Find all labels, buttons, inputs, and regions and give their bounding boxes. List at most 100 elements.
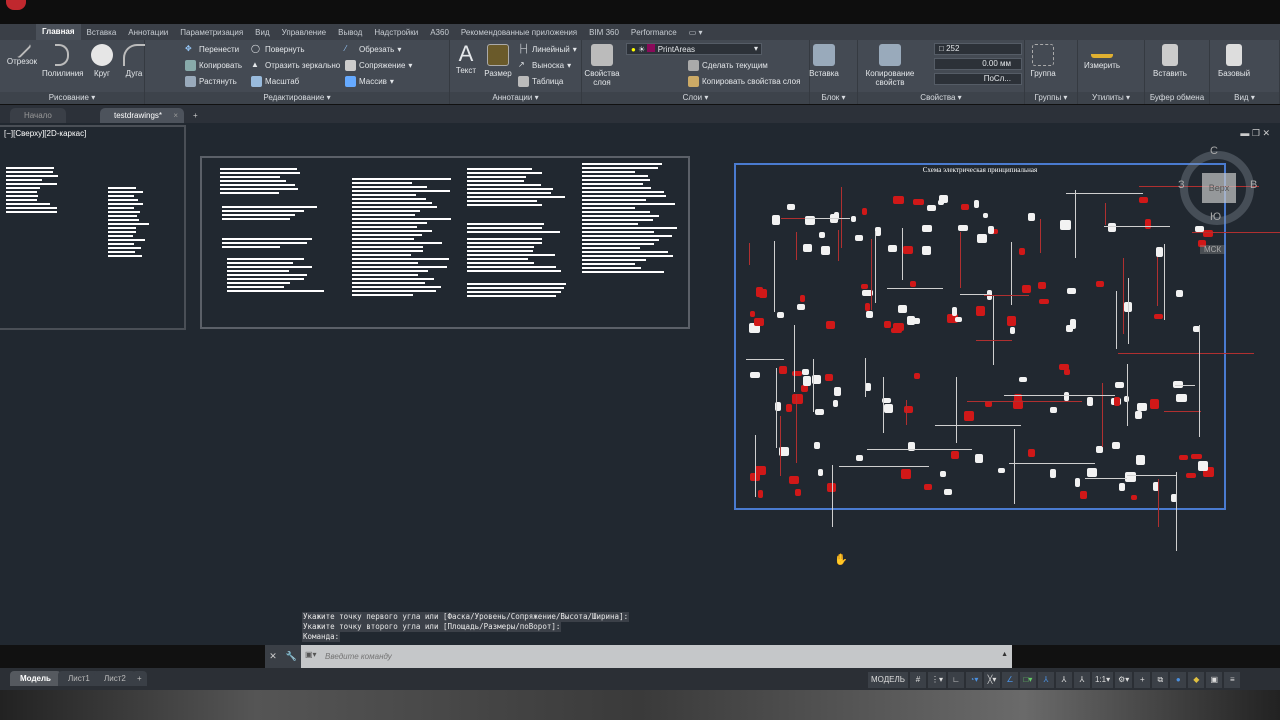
drawing-text-line <box>227 282 290 284</box>
linear-dim-button[interactable]: ├┤ Линейный ▾ <box>518 44 577 55</box>
wcs-menu[interactable]: МСК <box>1200 245 1226 254</box>
command-input[interactable] <box>305 648 1005 665</box>
panel-title[interactable]: Утилиты ▾ <box>1078 92 1144 104</box>
dimension-button[interactable]: Размер <box>478 44 518 78</box>
panel-title[interactable]: Блок ▾ <box>810 92 857 104</box>
tab-a360[interactable]: A360 <box>424 28 455 37</box>
close-icon[interactable]: ✕ <box>269 651 277 662</box>
label: Сопряжение <box>359 61 406 70</box>
color-dropdown[interactable]: □ 252 <box>934 43 1022 55</box>
annotation-scale-dropdown[interactable]: 1:1▾ <box>1091 672 1114 688</box>
lineweight-dropdown[interactable]: 0.00 мм <box>934 58 1022 70</box>
tab-output[interactable]: Вывод <box>332 28 368 37</box>
panel-title[interactable]: Рисование ▾ <box>0 92 144 104</box>
move-button[interactable]: ✥ Перенести <box>185 44 239 55</box>
tab-drawing[interactable]: testdrawings* × <box>100 108 184 123</box>
panel-title[interactable]: Слои ▾ <box>582 92 809 104</box>
schematic-sheet[interactable]: Схема электрическая принципиальная <box>734 163 1280 552</box>
app-menu-button[interactable] <box>6 0 26 10</box>
annotation-scale-icon[interactable]: ⅄ <box>1073 672 1090 688</box>
tab-manage[interactable]: Управление <box>276 28 332 37</box>
rotate-button[interactable]: ◯ Повернуть <box>251 44 305 55</box>
grid-icon[interactable]: # <box>909 672 926 688</box>
leader-button[interactable]: ↗ Выноска ▾ <box>518 60 571 71</box>
object-track-icon[interactable]: ∠ <box>1001 672 1018 688</box>
panel-title[interactable]: Свойства ▾ <box>858 92 1024 104</box>
history-toggle-icon[interactable]: ▲ <box>1001 651 1008 658</box>
layer-dropdown[interactable]: ● ☀ PrintAreas ▾ <box>626 43 762 55</box>
customize-wrench-icon[interactable]: 🔧 <box>285 651 296 662</box>
tab-featured-apps[interactable]: Рекомендованные приложения <box>455 28 583 37</box>
trim-button[interactable]: ⁄ Обрезать ▾ <box>345 44 401 55</box>
customize-menu-icon[interactable]: ≡ <box>1224 672 1241 688</box>
snap-icon[interactable]: ⋮▾ <box>927 672 946 688</box>
base-view-button[interactable]: Базовый <box>1214 44 1254 78</box>
insert-block-button[interactable]: Вставка <box>804 44 844 78</box>
close-tab-icon[interactable]: × <box>173 108 178 123</box>
autoscale-icon[interactable]: ⅄ <box>1055 672 1072 688</box>
viewcube-south[interactable]: Ю <box>1210 211 1221 223</box>
fillet-button[interactable]: Сопряжение ▾ <box>345 60 412 71</box>
copy-button[interactable]: Копировать <box>185 60 242 71</box>
tab-view[interactable]: Вид <box>249 28 275 37</box>
drawing-canvas[interactable]: [−][Сверху][2D-каркас] ▬ ❐ ✕ Схема элект… <box>0 123 1280 645</box>
tab-addins[interactable]: Надстройки <box>368 28 424 37</box>
make-current-button[interactable]: Сделать текущим <box>688 60 768 71</box>
isodraft-icon[interactable]: ╳▾ <box>983 672 1000 688</box>
add-layout-button[interactable]: + <box>132 671 147 686</box>
line-button[interactable]: Отрезок <box>2 39 42 66</box>
tab-annotate[interactable]: Аннотации <box>122 28 174 37</box>
layout-tab-model[interactable]: Модель <box>10 671 61 686</box>
drawing-text-line <box>582 255 673 257</box>
measure-button[interactable]: Измерить <box>1082 44 1122 70</box>
viewcube-north[interactable]: С <box>1210 145 1218 157</box>
table-button[interactable]: Таблица <box>518 76 563 87</box>
desktop-background <box>0 690 1280 720</box>
hardware-accel-icon[interactable]: ● <box>1170 672 1187 688</box>
model-space-button[interactable]: МОДЕЛЬ <box>868 672 908 688</box>
stretch-button[interactable]: Растянуть <box>185 76 237 87</box>
panel-title[interactable]: Вид ▾ <box>1210 92 1279 104</box>
clean-screen-icon[interactable]: ▣ <box>1206 672 1223 688</box>
annotation-visibility-icon[interactable]: ⅄ <box>1037 672 1054 688</box>
paste-button[interactable]: Вставить <box>1150 44 1190 78</box>
viewcube-top-face[interactable]: Верх <box>1202 173 1236 203</box>
label: Вставить <box>1153 69 1187 78</box>
match-properties-button[interactable]: Копирование свойств <box>864 44 916 87</box>
tab-parametric[interactable]: Параметризация <box>174 28 249 37</box>
tab-performance[interactable]: Performance <box>625 28 683 37</box>
scale-button[interactable]: Масштаб <box>251 76 299 87</box>
polyline-button[interactable]: Полилиния <box>42 44 84 78</box>
tab-start[interactable]: Начало <box>10 108 66 123</box>
tab-home[interactable]: Главная <box>36 24 81 40</box>
panel-title[interactable]: Аннотации ▾ <box>450 92 581 104</box>
tab-overflow-icon[interactable]: ▭ ▾ <box>683 28 709 37</box>
layout-tab-sheet2[interactable]: Лист2 <box>94 671 136 686</box>
panel-title[interactable]: Редактирование ▾ <box>145 92 449 104</box>
ortho-icon[interactable]: ∟ <box>947 672 964 688</box>
drawing-text-line <box>222 218 290 220</box>
match-layer-button[interactable]: Копировать свойства слоя <box>688 76 800 87</box>
group-button[interactable]: Группа <box>1023 44 1063 78</box>
title-bar <box>0 0 1280 24</box>
tab-bim360[interactable]: BIM 360 <box>583 28 625 37</box>
command-prompt-icon[interactable]: ▣▾ <box>305 650 317 659</box>
units-icon[interactable]: ⧉ <box>1152 672 1169 688</box>
annotation-monitor-icon[interactable]: + <box>1134 672 1151 688</box>
linetype-dropdown[interactable]: ПоСл... <box>934 73 1022 85</box>
schematic-element <box>1115 382 1124 388</box>
isolate-objects-icon[interactable]: ◆ <box>1188 672 1205 688</box>
osnap-icon[interactable]: □▾ <box>1019 672 1036 688</box>
array-button[interactable]: Массив ▾ <box>345 76 394 87</box>
panel-title[interactable]: Группы ▾ <box>1025 92 1077 104</box>
viewcube[interactable]: Верх С З В Ю МСК <box>1178 145 1257 254</box>
workspace-gear-icon[interactable]: ⚙▾ <box>1115 672 1133 688</box>
tab-insert[interactable]: Вставка <box>81 28 123 37</box>
polar-icon[interactable]: ◔▾ <box>965 672 982 688</box>
viewcube-west[interactable]: З <box>1178 179 1185 191</box>
viewport-window-controls[interactable]: ▬ ❐ ✕ <box>1240 128 1270 139</box>
viewcube-east[interactable]: В <box>1250 179 1257 191</box>
mirror-button[interactable]: ▲ Отразить зеркально <box>251 60 340 71</box>
new-tab-button[interactable]: + <box>188 108 203 123</box>
layer-properties-button[interactable]: Свойства слоя <box>582 44 622 87</box>
